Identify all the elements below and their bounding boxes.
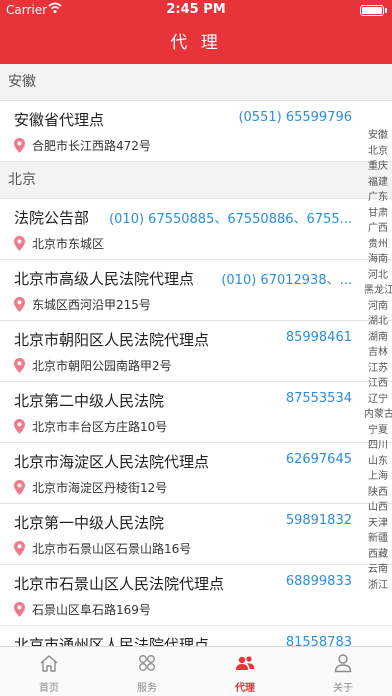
- agent-name: 北京市通州区人民法院代理点: [14, 636, 210, 646]
- agent-address: 北京市石景山区石景山路16号: [32, 542, 192, 556]
- tab-label: 首页: [39, 683, 59, 694]
- index-item[interactable]: 江苏: [364, 361, 392, 377]
- location-pin-icon: [14, 602, 25, 617]
- agent-name: 北京市石景山区人民法院代理点: [14, 575, 225, 593]
- status-time: 2:45 PM: [166, 2, 226, 17]
- agent-phone[interactable]: 59891832: [286, 513, 352, 528]
- page-title: 代 理: [170, 33, 222, 53]
- index-item[interactable]: 湖北: [364, 314, 392, 330]
- location-pin-icon: [14, 358, 25, 373]
- index-item[interactable]: 新疆: [364, 531, 392, 547]
- index-item[interactable]: 吉林: [364, 345, 392, 361]
- index-item[interactable]: 四川: [364, 438, 392, 454]
- index-item[interactable]: 贵州: [364, 237, 392, 253]
- tab-home[interactable]: 首页: [0, 647, 98, 696]
- agent-phone[interactable]: (010) 67550885、67550886、6755...: [109, 208, 352, 227]
- agent-phone[interactable]: 81558783: [286, 635, 352, 646]
- section-header: 安徽: [0, 64, 392, 101]
- agent-name: 法院公告部: [14, 209, 90, 227]
- location-pin-icon: [14, 419, 25, 434]
- agent-list-item[interactable]: 北京市海淀区人民法院代理点 62697645 北京市海淀区丹棱街12号: [0, 443, 392, 504]
- agent-phone[interactable]: 87553534: [286, 391, 352, 406]
- index-item[interactable]: 甘肃: [364, 206, 392, 222]
- location-pin-icon: [14, 138, 25, 153]
- agent-phone[interactable]: 68899833: [286, 574, 352, 589]
- index-item[interactable]: 福建: [364, 175, 392, 191]
- index-item[interactable]: 天津: [364, 516, 392, 532]
- index-item[interactable]: 湖南: [364, 330, 392, 346]
- agent-name: 北京第一中级人民法院: [14, 514, 165, 532]
- index-item[interactable]: 云南: [364, 562, 392, 578]
- agent-list[interactable]: 安徽 安徽省代理点 (0551) 65599796 合肥市长江西路472号 北京 法院公告…: [0, 64, 392, 646]
- agent-list-item[interactable]: 北京市石景山区人民法院代理点 68899833 石景山区阜石路169号: [0, 565, 392, 626]
- index-item[interactable]: 辽宁: [364, 392, 392, 408]
- status-bar: Carrier 2:45 PM: [0, 0, 392, 20]
- index-item[interactable]: 安徽: [364, 128, 392, 144]
- index-item[interactable]: 宁夏: [364, 423, 392, 439]
- index-item[interactable]: 重庆: [364, 159, 392, 175]
- index-item[interactable]: 浙江: [364, 578, 392, 594]
- agent-list-item[interactable]: 北京市通州区人民法院代理点 81558783: [0, 626, 392, 646]
- index-item[interactable]: 上海: [364, 469, 392, 485]
- location-pin-icon: [14, 541, 25, 556]
- agent-address: 东城区西河沿甲215号: [32, 298, 151, 312]
- agent-address: 合肥市长江西路472号: [32, 139, 151, 153]
- person-icon: [334, 654, 352, 673]
- agent-list-item[interactable]: 安徽省代理点 (0551) 65599796 合肥市长江西路472号: [0, 101, 392, 162]
- agent-address: 北京市东城区: [32, 237, 105, 251]
- index-item[interactable]: 陕西: [364, 485, 392, 501]
- agent-name: 北京市高级人民法院代理点: [14, 270, 195, 288]
- agent-address: 北京市丰台区方庄路10号: [32, 420, 168, 434]
- index-item[interactable]: 广东: [364, 190, 392, 206]
- tab-bar: 首页 服务 代理 关于: [0, 646, 392, 696]
- tab-label: 服务: [137, 683, 157, 694]
- tab-users[interactable]: 代理: [196, 647, 294, 696]
- agent-phone[interactable]: 85998461: [286, 330, 352, 345]
- battery-icon: [360, 5, 384, 16]
- index-item[interactable]: 黑龙江: [364, 283, 392, 299]
- agent-name: 安徽省代理点: [14, 111, 105, 129]
- index-item[interactable]: 内蒙古: [364, 407, 392, 423]
- agent-list-item[interactable]: 北京第一中级人民法院 59891832 北京市石景山区石景山路16号: [0, 504, 392, 565]
- agent-address: 北京市海淀区丹棱街12号: [32, 481, 168, 495]
- agent-phone[interactable]: (010) 67012938、...: [221, 269, 352, 288]
- tab-grid[interactable]: 服务: [98, 647, 196, 696]
- agent-address: 石景山区阜石路169号: [32, 603, 151, 617]
- index-item[interactable]: 河北: [364, 268, 392, 284]
- grid-icon: [139, 655, 155, 671]
- tab-label: 关于: [333, 683, 353, 694]
- index-item[interactable]: 北京: [364, 144, 392, 160]
- index-item[interactable]: 广西: [364, 221, 392, 237]
- index-item[interactable]: 山西: [364, 500, 392, 516]
- location-pin-icon: [14, 480, 25, 495]
- agent-phone[interactable]: (0551) 65599796: [238, 110, 352, 125]
- agent-address: 北京市朝阳公园南路甲2号: [32, 359, 172, 373]
- section-index-bar[interactable]: 安徽 北京 重庆 福建 广东 甘肃 广西 贵州 海南 河北 黑龙江 河南 湖北 湖南 吉林 江苏 江西 辽宁 内蒙古…: [364, 128, 392, 593]
- agent-list-item[interactable]: 北京市朝阳区人民法院代理点 85998461 北京市朝阳公园南路甲2号: [0, 321, 392, 382]
- agent-name: 北京第二中级人民法院: [14, 392, 165, 410]
- location-pin-icon: [14, 297, 25, 312]
- agent-list-item[interactable]: 北京市高级人民法院代理点 (010) 67012938、... 东城区西河沿甲215…: [0, 260, 392, 321]
- section-header: 北京: [0, 162, 392, 199]
- index-item[interactable]: 河南: [364, 299, 392, 315]
- index-item[interactable]: 江西: [364, 376, 392, 392]
- agent-list-item[interactable]: 法院公告部 (010) 67550885、67550886、6755... 北京市东…: [0, 199, 392, 260]
- nav-header: Carrier 2:45 PM 代 理: [0, 0, 392, 64]
- tab-label: 代理: [235, 683, 255, 694]
- index-item[interactable]: 山东: [364, 454, 392, 470]
- agent-list-item[interactable]: 北京第二中级人民法院 87553534 北京市丰台区方庄路10号: [0, 382, 392, 443]
- home-icon: [40, 655, 58, 672]
- users-icon: [236, 656, 255, 670]
- agent-name: 北京市朝阳区人民法院代理点: [14, 331, 210, 349]
- agent-phone[interactable]: 62697645: [286, 452, 352, 467]
- index-item[interactable]: 海南: [364, 252, 392, 268]
- location-pin-icon: [14, 236, 25, 251]
- agent-name: 北京市海淀区人民法院代理点: [14, 453, 210, 471]
- index-item[interactable]: 西藏: [364, 547, 392, 563]
- battery-tip: [385, 8, 387, 13]
- tab-person[interactable]: 关于: [294, 647, 392, 696]
